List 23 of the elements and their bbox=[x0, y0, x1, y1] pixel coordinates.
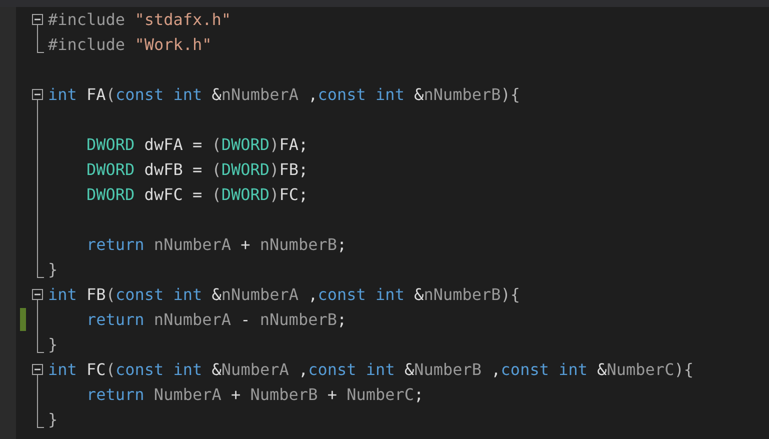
fold-end-line bbox=[37, 332, 44, 353]
fold-end-line bbox=[37, 32, 44, 53]
code-line: int FA(const int &nNumberA ,const int &nNumberB){ bbox=[47, 84, 520, 106]
code-line: int FC(const int &NumberA ,const int &NumberB ,const int &NumberC){ bbox=[47, 359, 694, 381]
code-line: return nNumberA + nNumberB; bbox=[86, 234, 347, 256]
code-line: } bbox=[47, 334, 58, 356]
code-line: #include "Work.h" bbox=[47, 34, 212, 56]
code-line: } bbox=[47, 409, 58, 431]
code-line: #include "stdafx.h" bbox=[47, 9, 232, 31]
code-line: DWORD dwFA = (DWORD)FA; bbox=[86, 134, 308, 156]
collapse-icon[interactable] bbox=[32, 289, 43, 300]
code-line: DWORD dwFB = (DWORD)FB; bbox=[86, 159, 308, 181]
fold-end-line bbox=[37, 257, 44, 278]
fold-guide-line bbox=[37, 25, 38, 32]
collapse-icon[interactable] bbox=[32, 14, 43, 25]
code-line: int FB(const int &nNumberA ,const int &nNumberB){ bbox=[47, 284, 520, 306]
code-line: } bbox=[47, 259, 58, 281]
collapse-icon[interactable] bbox=[32, 364, 43, 375]
code-line: return nNumberA - nNumberB; bbox=[86, 309, 347, 331]
fold-end-line bbox=[37, 407, 44, 428]
code-line: return NumberA + NumberB + NumberC; bbox=[86, 384, 424, 406]
collapse-icon[interactable] bbox=[32, 89, 43, 100]
code-line: DWORD dwFC = (DWORD)FC; bbox=[86, 184, 308, 206]
